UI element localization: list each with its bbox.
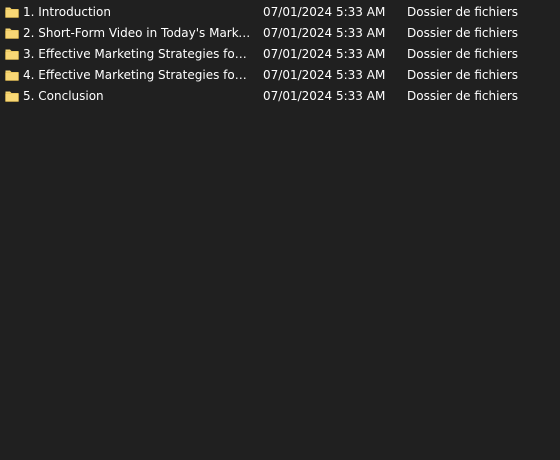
file-row[interactable]: 2. Short-Form Video in Today's Marketing…	[0, 23, 560, 44]
file-name[interactable]: 2. Short-Form Video in Today's Marketing…	[23, 26, 251, 41]
folder-icon	[5, 49, 19, 60]
file-type: Dossier de fichiers	[407, 47, 519, 61]
folder-icon	[5, 7, 19, 18]
file-date-modified: 07/01/2024 5:33 AM	[263, 89, 386, 103]
file-date-modified: 07/01/2024 5:33 AM	[263, 68, 386, 82]
file-name[interactable]: 1. Introduction	[23, 5, 251, 20]
file-row[interactable]: 3. Effective Marketing Strategies for Ti…	[0, 44, 560, 65]
file-row[interactable]: 1. Introduction 07/01/2024 5:33 AM Dossi…	[0, 2, 560, 23]
file-date-modified: 07/01/2024 5:33 AM	[263, 5, 386, 19]
file-row[interactable]: 4. Effective Marketing Strategies for In…	[0, 65, 560, 86]
file-date-modified: 07/01/2024 5:33 AM	[263, 26, 386, 40]
file-name[interactable]: 4. Effective Marketing Strategies for In…	[23, 68, 251, 83]
folder-icon	[5, 70, 19, 81]
folder-icon	[5, 91, 19, 102]
file-list: 1. Introduction 07/01/2024 5:33 AM Dossi…	[0, 2, 560, 107]
file-row[interactable]: 5. Conclusion 07/01/2024 5:33 AM Dossier…	[0, 86, 560, 107]
file-type: Dossier de fichiers	[407, 5, 519, 19]
file-type: Dossier de fichiers	[407, 89, 519, 103]
file-name[interactable]: 5. Conclusion	[23, 89, 251, 104]
folder-icon	[5, 28, 19, 39]
file-type: Dossier de fichiers	[407, 26, 519, 40]
file-date-modified: 07/01/2024 5:33 AM	[263, 47, 386, 61]
file-name[interactable]: 3. Effective Marketing Strategies for Ti…	[23, 47, 251, 62]
file-type: Dossier de fichiers	[407, 68, 519, 82]
